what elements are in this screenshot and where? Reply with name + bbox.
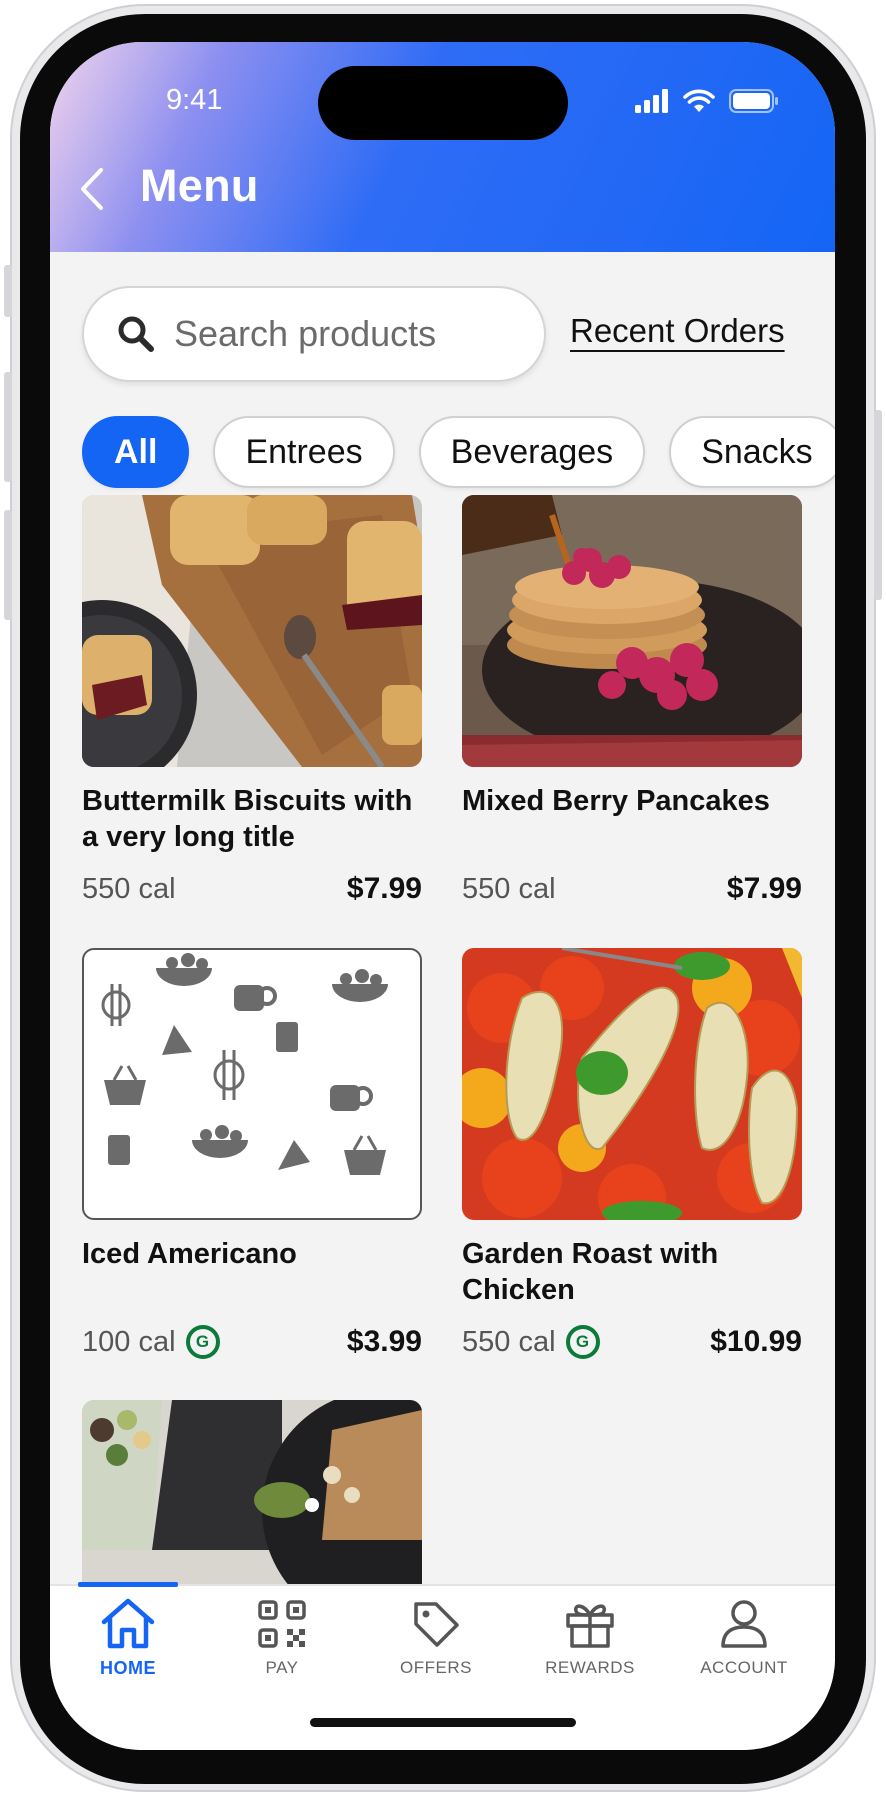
product-title: Iced Americano [82,1238,297,1270]
tab-bar: HOME PAY OFFERS REWARDS ACCOUNT [50,1582,835,1750]
tab-label: REWARDS [545,1658,635,1677]
product-calories: 100 cal [82,1325,176,1358]
wifi-icon [683,89,715,112]
product-title: Garden Roast with Chicken [462,1238,719,1306]
gift-icon [566,1604,614,1648]
filter-chip-entrees[interactable]: Entrees [213,416,395,488]
battery-icon [729,89,778,113]
product-image [462,495,802,767]
tab-home[interactable]: HOME [58,1598,198,1679]
product-meta: 100 cal G $3.99 [82,1322,422,1362]
chevron-left-icon [81,168,103,210]
recent-orders-link[interactable]: Recent Orders [570,312,785,350]
side-button-volume-down [4,510,12,620]
product-calories: 550 cal [462,1325,556,1358]
filter-chips: All Entrees Beverages Snacks [82,416,835,488]
product-meta: 550 cal $7.99 [462,869,802,909]
side-button-silent [4,265,12,317]
product-price: $7.99 [346,872,422,905]
tag-icon [414,1602,459,1647]
tab-label: ACCOUNT [700,1658,788,1677]
product-meta: 550 cal $7.99 [82,869,422,909]
product-card[interactable]: Buttermilk Biscuits with a very long tit… [82,495,422,909]
product-card[interactable]: Iced Americano 100 cal G $3.99 [82,948,422,1362]
product-title: Buttermilk Biscuits with a very long tit… [82,785,413,853]
side-button-volume-up [4,372,12,482]
calories-wrap: 550 cal G [462,1325,600,1359]
search-box[interactable] [82,286,546,382]
header: 9:41 Menu [50,42,835,252]
dynamic-island [318,66,568,140]
tab-pay[interactable]: PAY [212,1598,352,1678]
calories-wrap: 550 cal [82,873,176,906]
tab-label: OFFERS [400,1658,472,1677]
status-icons [635,88,779,114]
tab-label: HOME [100,1658,156,1678]
product-price: $3.99 [346,1325,422,1358]
green-badge-icon: G [185,1325,220,1359]
status-time: 9:41 [166,84,223,116]
product-price: $7.99 [726,872,802,905]
home-indicator [310,1718,576,1727]
qr-code-icon [258,1600,306,1648]
signal-icon [635,89,668,113]
tab-offers[interactable]: OFFERS [366,1598,506,1678]
back-button[interactable] [70,164,114,214]
person-icon [721,1600,767,1648]
calories-wrap: 100 cal G [82,1325,220,1359]
product-calories: 550 cal [462,872,556,905]
filter-chip-all[interactable]: All [82,416,190,488]
product-card[interactable]: Mixed Berry Pancakes 550 cal $7.99 [462,495,802,909]
product-meta: 550 cal G $10.99 [462,1322,802,1362]
tab-label: PAY [265,1658,299,1677]
product-image [462,948,802,1220]
product-price: $10.99 [710,1325,802,1358]
tab-rewards[interactable]: REWARDS [520,1598,660,1678]
green-badge-icon: G [565,1325,600,1359]
search-icon [116,314,156,354]
product-image [82,495,422,767]
filter-chip-snacks[interactable]: Snacks [669,416,835,488]
screen: 9:41 Menu Search products Recent Orders … [50,42,835,1750]
home-icon [101,1598,155,1649]
side-button-power [874,410,882,600]
calories-wrap: 550 cal [462,873,556,906]
page-title: Menu [140,160,259,211]
product-card[interactable]: Garden Roast with Chicken 550 cal G $10.… [462,948,802,1362]
product-title: Mixed Berry Pancakes [462,785,770,817]
tab-active-indicator [78,1582,178,1587]
search-input[interactable] [172,312,496,356]
filter-chip-beverages[interactable]: Beverages [418,416,646,488]
product-calories: 550 cal [82,872,176,905]
placeholder-food-pattern-image [82,948,422,1220]
tab-account[interactable]: ACCOUNT [674,1598,814,1678]
